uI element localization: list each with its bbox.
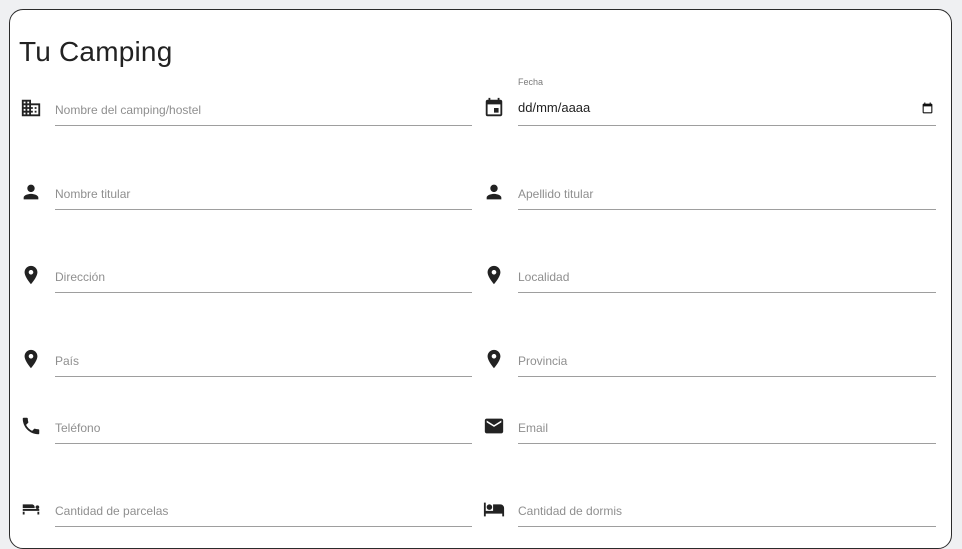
person-icon (483, 181, 505, 203)
date-value: dd/mm/aaaa (518, 100, 591, 115)
owner-name-input[interactable] (55, 179, 472, 210)
location-pin-icon (483, 264, 505, 286)
country-input[interactable] (55, 346, 472, 377)
camping-name-input[interactable] (55, 95, 472, 126)
dorms-count-field (483, 496, 936, 538)
province-input[interactable] (518, 346, 936, 377)
dorms-count-input[interactable] (518, 496, 936, 527)
locality-field (483, 262, 936, 304)
location-pin-icon (483, 348, 505, 370)
page-title: Tu Camping (19, 36, 173, 67)
location-pin-icon (20, 348, 42, 370)
mail-icon (483, 415, 505, 437)
location-pin-icon (20, 264, 42, 286)
phone-field (20, 413, 472, 455)
address-field (20, 262, 472, 304)
locality-input[interactable] (518, 262, 936, 293)
email-input[interactable] (518, 413, 936, 444)
province-field (483, 346, 936, 388)
date-label: Fecha (518, 77, 544, 87)
bed-icon (483, 498, 505, 520)
date-field: Fecha dd/mm/aaaa (483, 77, 936, 137)
date-input[interactable]: dd/mm/aaaa (518, 95, 936, 126)
owner-name-field (20, 179, 472, 221)
date-picker-icon[interactable] (921, 102, 934, 115)
phone-input[interactable] (55, 413, 472, 444)
email-field (483, 413, 936, 455)
person-icon (20, 181, 42, 203)
address-input[interactable] (55, 262, 472, 293)
plots-count-field (20, 496, 472, 538)
country-field (20, 346, 472, 388)
calendar-icon (483, 97, 505, 119)
owner-surname-field (483, 179, 936, 221)
phone-icon (20, 415, 42, 437)
building-icon (20, 97, 42, 119)
tent-icon (20, 498, 42, 520)
camping-name-field (20, 95, 472, 137)
plots-count-input[interactable] (55, 496, 472, 527)
owner-surname-input[interactable] (518, 179, 936, 210)
